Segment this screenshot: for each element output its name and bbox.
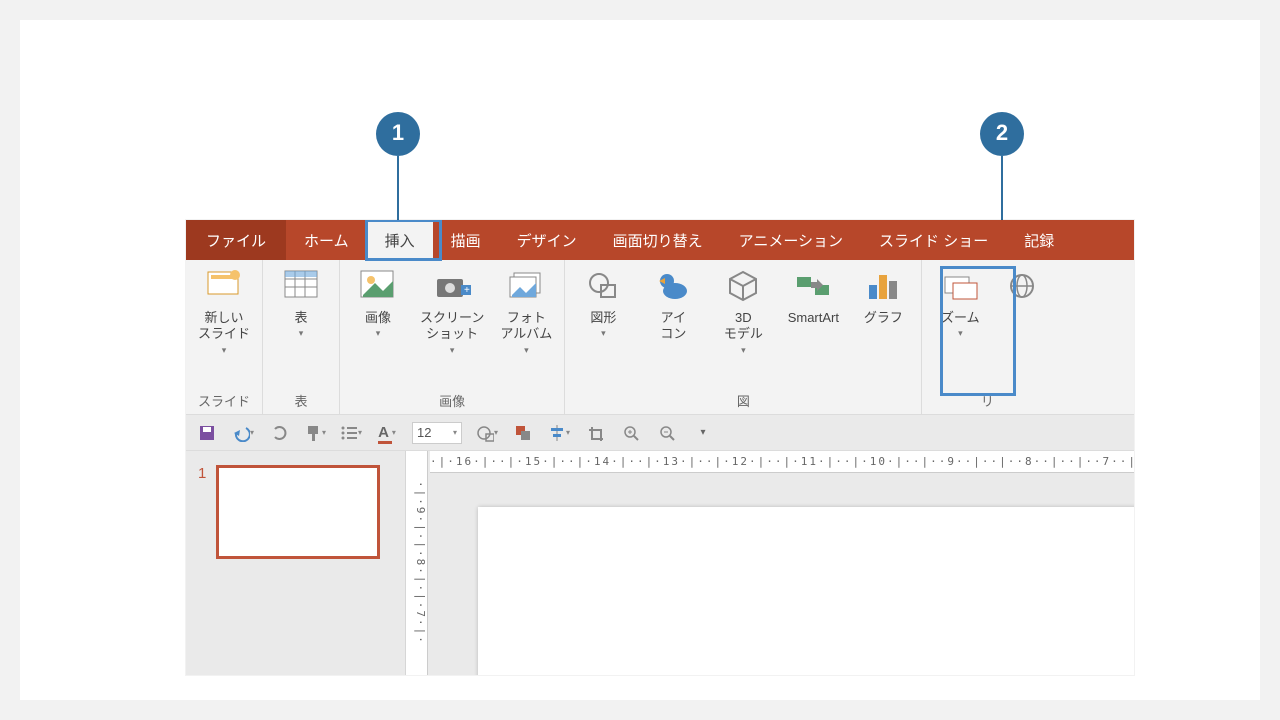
workspace: 1 ·|·9·|·|·8·|·|·7·|· ·|·16·|··|·15·|··|… [186, 451, 1134, 675]
shapes-button[interactable]: 図形 ▾ [575, 266, 631, 339]
photo-album-button[interactable]: フォト アルバム ▾ [498, 266, 554, 356]
tab-file-label: ファイル [206, 230, 266, 251]
link-button[interactable] [1002, 266, 1042, 308]
globe-icon [1002, 266, 1042, 306]
group-slides-label: スライド [196, 389, 252, 412]
icons-button[interactable]: アイ コン [645, 266, 701, 343]
zoom-icon [940, 266, 980, 306]
ribbon-tabbar: ファイル ホーム 挿入 描画 デザイン 画面切り替え アニメーション スライド … [186, 220, 1134, 260]
bullets-icon[interactable]: ▾ [340, 422, 362, 444]
shape-fill-icon[interactable]: ▾ [476, 422, 498, 444]
new-slide-icon [204, 266, 244, 306]
chevron-down-icon: ▾ [524, 345, 529, 356]
crop-icon[interactable] [584, 422, 606, 444]
powerpoint-window: ファイル ホーム 挿入 描画 デザイン 画面切り替え アニメーション スライド … [186, 220, 1134, 675]
group-illustrations: 図形 ▾ アイ コン 3D モデル ▾ [565, 260, 922, 414]
tab-home[interactable]: ホーム [286, 220, 367, 260]
smartart-button[interactable]: SmartArt [785, 266, 841, 326]
tab-slideshow[interactable]: スライド ショー [861, 220, 1006, 260]
save-icon[interactable] [196, 422, 218, 444]
shapes-icon [583, 266, 623, 306]
duck-icon [653, 266, 693, 306]
customize-qat-icon[interactable]: ▾ [692, 422, 714, 444]
slide-thumbnail-1[interactable] [216, 465, 380, 559]
chevron-down-icon: ▾ [741, 345, 746, 356]
group-images: 画像 ▾ + スクリーン ショット ▾ フォト アルバ [340, 260, 565, 414]
callout-2-num: 2 [996, 120, 1008, 146]
pictures-button[interactable]: 画像 ▾ [350, 266, 406, 339]
table-button[interactable]: 表 ▾ [273, 266, 329, 339]
album-icon [506, 266, 546, 306]
callout-2: 2 [980, 112, 1024, 156]
undo-icon[interactable]: ▾ [232, 422, 254, 444]
chevron-down-icon: ▾ [958, 328, 963, 339]
align-icon[interactable]: ▾ [548, 422, 570, 444]
group-slides: 新しい スライド ▾ スライド [186, 260, 263, 414]
chevron-down-icon: ▾ [450, 345, 455, 356]
horizontal-ruler: ·|·16·|··|·15·|··|·14·|··|·13·|··|·12·|·… [430, 451, 1134, 473]
callout-1-stem [397, 156, 399, 220]
redo-icon[interactable] [268, 422, 290, 444]
slide-canvas-area: ·|·9·|·|·8·|·|·7·|· ·|·16·|··|·15·|··|·1… [406, 451, 1134, 675]
slide-canvas[interactable] [478, 507, 1134, 675]
callout-1: 1 [376, 112, 420, 156]
ribbon: 新しい スライド ▾ スライド 表 ▾ 表 [186, 260, 1134, 415]
zoom-button[interactable]: ズーム ▾ [932, 266, 988, 339]
screenshot-button[interactable]: + スクリーン ショット ▾ [420, 266, 484, 356]
picture-icon [358, 266, 398, 306]
group-tables-label: 表 [273, 389, 329, 412]
zoom-out-icon[interactable] [656, 422, 678, 444]
thumbnail-number: 1 [198, 465, 206, 559]
group-illustrations-label: 図 [575, 389, 911, 412]
slide-thumbnails: 1 [186, 451, 406, 675]
tab-animations[interactable]: アニメーション [721, 220, 861, 260]
table-icon [281, 266, 321, 306]
tab-insert[interactable]: 挿入 [367, 220, 433, 260]
tab-design[interactable]: デザイン [499, 220, 595, 260]
vertical-ruler: ·|·9·|·|·8·|·|·7·|· [406, 451, 428, 675]
tab-draw[interactable]: 描画 [433, 220, 499, 260]
group-tables: 表 ▾ 表 [263, 260, 340, 414]
tab-record[interactable]: 記録 [1006, 220, 1072, 260]
font-size-input[interactable]: 12▾ [412, 422, 462, 444]
3d-models-button[interactable]: 3D モデル ▾ [715, 266, 771, 356]
chart-button[interactable]: グラフ [855, 266, 911, 326]
cube-icon [723, 266, 763, 306]
svg-text:+: + [464, 285, 470, 296]
smartart-icon [793, 266, 833, 306]
font-color-icon[interactable]: A▾ [376, 422, 398, 444]
camera-icon: + [432, 266, 472, 306]
arrange-icon[interactable] [512, 422, 534, 444]
chevron-down-icon: ▾ [299, 328, 304, 339]
group-links: ズーム ▾ リ [922, 260, 1052, 414]
chevron-down-icon: ▾ [222, 345, 227, 356]
format-painter-icon[interactable]: ▾ [304, 422, 326, 444]
instruction-frame: 1 2 ファイル ホーム 挿入 描画 デザイン 画面切り替え アニメーション ス… [20, 20, 1260, 700]
group-links-label: リ [932, 389, 1042, 412]
chevron-down-icon: ▾ [601, 328, 606, 339]
new-slide-button[interactable]: 新しい スライド ▾ [196, 266, 252, 356]
tab-file[interactable]: ファイル [186, 220, 286, 260]
chevron-down-icon: ▾ [376, 328, 381, 339]
chart-icon [863, 266, 903, 306]
zoom-in-icon[interactable] [620, 422, 642, 444]
tab-transitions[interactable]: 画面切り替え [595, 220, 721, 260]
quick-access-toolbar: ▾ ▾ ▾ A▾ 12▾ ▾ ▾ ▾ [186, 415, 1134, 451]
group-images-label: 画像 [350, 389, 554, 412]
callout-1-num: 1 [392, 120, 404, 146]
